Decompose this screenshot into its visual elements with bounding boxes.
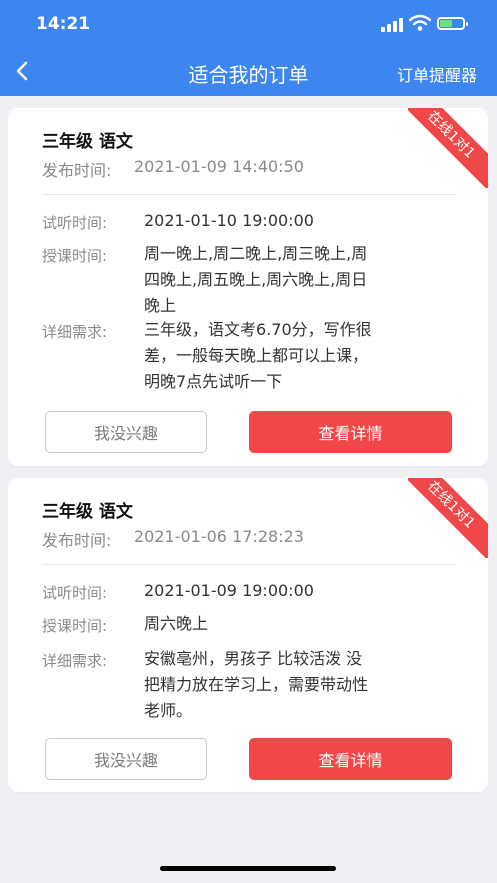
publish-label: 发布时间:: [42, 161, 112, 180]
trial-time: 2021-01-10 19:00:00: [144, 211, 314, 230]
lesson-line: 周六晚上: [144, 614, 209, 633]
view-details-button[interactable]: 查看详情: [249, 738, 452, 780]
status-time: 14:21: [36, 14, 91, 34]
lesson-label: 授课时间:: [42, 617, 108, 635]
wifi-icon: [409, 14, 431, 31]
trial-label: 试听时间:: [42, 214, 108, 232]
status-icons: [381, 14, 471, 34]
home-indicator[interactable]: [160, 866, 336, 871]
lesson-label: 授课时间:: [42, 247, 108, 265]
lesson-line: 四晚上,周五晚上,周六晚上,周日: [144, 270, 368, 289]
detail-text: 三年级，语文考6.70分，写作很 差，一般每天晚上都可以上课， 明晚7点先试听一…: [144, 317, 409, 395]
detail-label: 详细需求:: [42, 323, 108, 341]
detail-line: 明晚7点先试听一下: [144, 372, 283, 391]
trial-time: 2021-01-09 19:00:00: [144, 581, 314, 600]
detail-line: 安徽亳州，男孩子 比较活泼 没: [144, 649, 363, 668]
order-title: 三年级 语文: [42, 132, 133, 152]
detail-line: 老师。: [144, 701, 193, 720]
detail-line: 三年级，语文考6.70分，写作很: [144, 320, 372, 339]
view-details-button[interactable]: 查看详情: [249, 411, 452, 453]
detail-label: 详细需求:: [42, 652, 108, 670]
order-card: 在线1对1 三年级 语文 发布时间: 2021-01-06 17:28:23 试…: [8, 478, 488, 792]
divider: [42, 564, 456, 565]
lesson-line: 周一晚上,周二晚上,周三晚上,周: [144, 244, 368, 263]
trial-label: 试听时间:: [42, 584, 108, 602]
publish-time: 2021-01-09 14:40:50: [134, 157, 304, 176]
not-interested-button[interactable]: 我没兴趣: [45, 411, 207, 453]
signal-icon: [381, 18, 405, 32]
online-1on1-ribbon: 在线1对1: [408, 108, 488, 188]
publish-label: 发布时间:: [42, 531, 112, 550]
lesson-time: 周一晚上,周二晚上,周三晚上,周 四晚上,周五晚上,周六晚上,周日 晚上: [144, 241, 409, 319]
not-interested-button[interactable]: 我没兴趣: [45, 738, 207, 780]
publish-time: 2021-01-06 17:28:23: [134, 527, 304, 546]
order-title: 三年级 语文: [42, 502, 133, 522]
detail-line: 差，一般每天晚上都可以上课，: [144, 346, 369, 365]
detail-text: 安徽亳州，男孩子 比较活泼 没 把精力放在学习上，需要带动性 老师。: [144, 646, 409, 724]
order-reminder-button[interactable]: 订单提醒器: [397, 62, 477, 86]
detail-line: 把精力放在学习上，需要带动性: [144, 675, 369, 694]
order-card: 在线1对1 三年级 语文 发布时间: 2021-01-09 14:40:50 试…: [8, 108, 488, 466]
divider: [42, 194, 456, 195]
battery-icon: [437, 17, 468, 30]
online-1on1-ribbon: 在线1对1: [408, 478, 488, 558]
lesson-time: 周六晚上: [144, 611, 409, 637]
app-header: 14:21 适合我的订单 订单提醒器: [0, 0, 497, 96]
lesson-line: 晚上: [144, 296, 177, 315]
